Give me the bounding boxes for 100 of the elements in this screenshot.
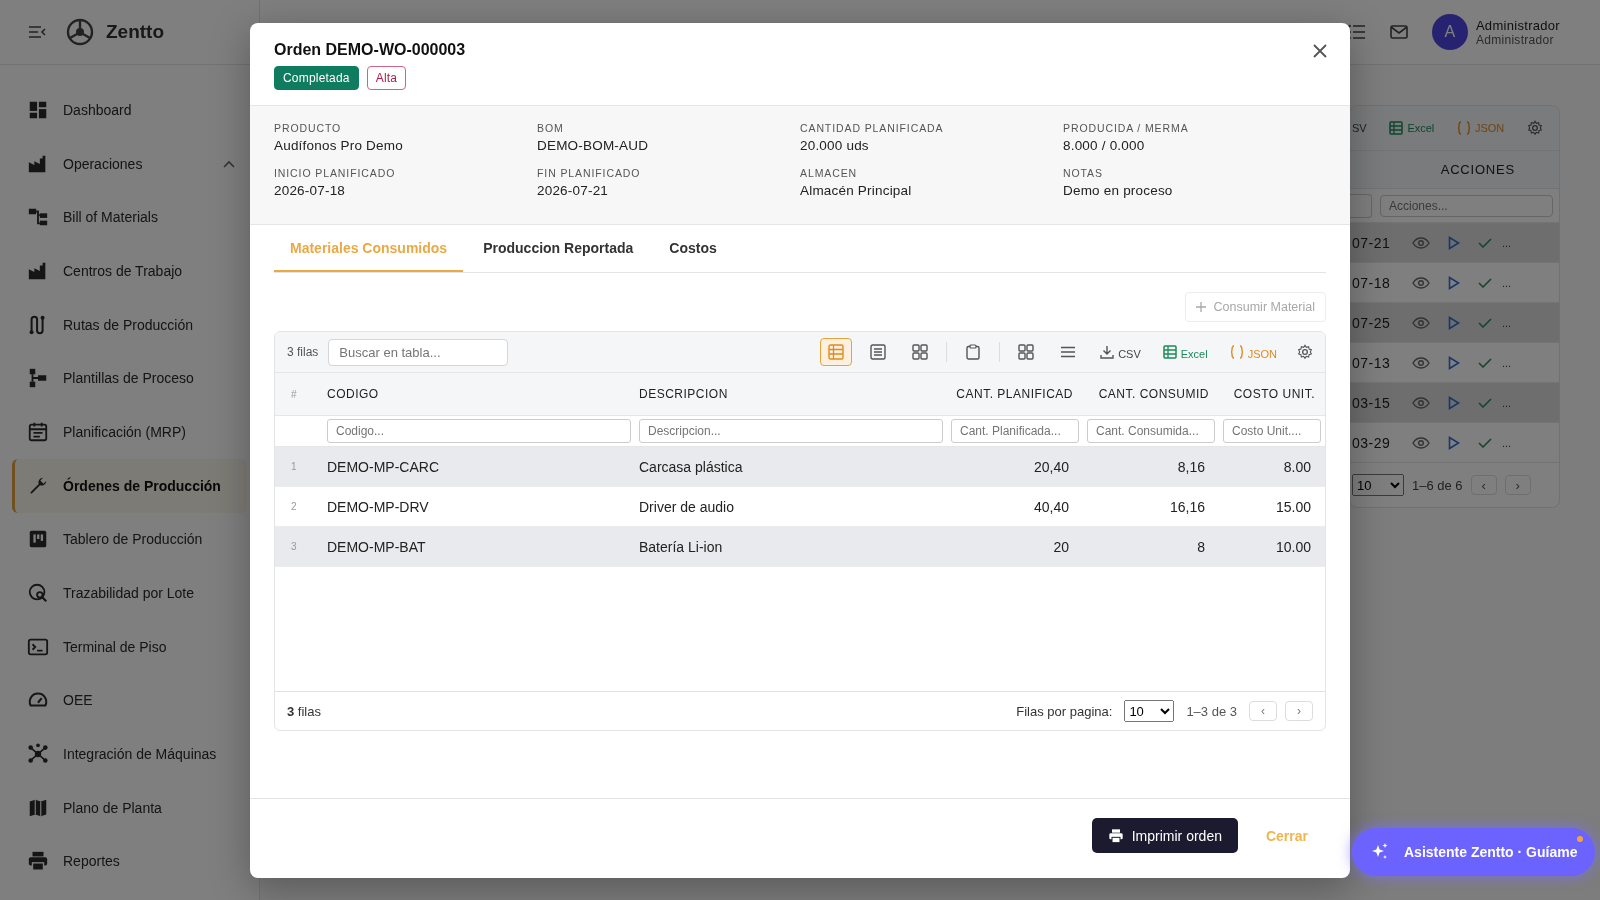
- network-icon: [27, 743, 49, 766]
- table-cell-text: DEMO-MP-BAT: [326, 538, 427, 555]
- play-icon[interactable]: [1448, 235, 1460, 250]
- mail-icon[interactable]: [1389, 25, 1408, 39]
- sidebar-item[interactable]: Integración de Máquinas: [12, 727, 247, 781]
- filter-field[interactable]: Cant. Consumida...: [1087, 419, 1215, 443]
- check-icon[interactable]: [1478, 237, 1492, 248]
- filter-field[interactable]: Acciones...: [1380, 194, 1553, 217]
- play-icon[interactable]: [1448, 355, 1460, 370]
- row-number: 3: [290, 541, 298, 552]
- sidebar-item[interactable]: Tablero de Producción: [12, 512, 247, 567]
- search-field[interactable]: Buscar en tabla...: [328, 338, 509, 366]
- play-icon[interactable]: [1448, 275, 1460, 290]
- tab[interactable]: Produccion Reportada: [467, 225, 650, 272]
- settings-icon[interactable]: [1527, 120, 1543, 136]
- check-icon[interactable]: [1478, 357, 1492, 368]
- next-page-button[interactable]: ›: [1504, 475, 1531, 495]
- sidebar-item[interactable]: Plantillas de Proceso: [12, 351, 247, 406]
- page-range: 1–3 de 3: [1186, 703, 1237, 719]
- eye-icon[interactable]: [1412, 396, 1430, 409]
- modal-title: Orden DEMO-WO-000003: [274, 41, 466, 59]
- priority-badge: Alta: [366, 66, 407, 90]
- filter-field[interactable]: Cant. Planificada...: [951, 419, 1079, 443]
- more-actions[interactable]: ...: [1502, 396, 1512, 409]
- field-label: NOTAS: [1063, 167, 1104, 179]
- more-actions[interactable]: ...: [1502, 236, 1512, 249]
- play-icon[interactable]: [1448, 395, 1460, 410]
- play-icon[interactable]: [1448, 315, 1460, 330]
- sidebar-item[interactable]: Órdenes de Producción: [12, 458, 247, 513]
- more-actions[interactable]: ...: [1502, 316, 1512, 329]
- json-export-button[interactable]: JSON: [1223, 338, 1283, 366]
- table-cell-text: 03-15: [1351, 394, 1392, 411]
- table-cell-text: 16,16: [1168, 498, 1206, 515]
- chevron-up-icon[interactable]: [223, 159, 235, 168]
- table-cell-text: 20,40: [1032, 458, 1070, 475]
- next-page-button[interactable]: ›: [1285, 701, 1313, 721]
- filter-field[interactable]: Codigo...: [327, 419, 631, 443]
- menu-collapse-icon[interactable]: [28, 25, 46, 39]
- column-header: CANT. PLANIFICAD: [955, 387, 1074, 401]
- braces-icon: [1456, 121, 1471, 135]
- excel-export-button[interactable]: Excel: [1156, 338, 1214, 366]
- user-role: Administrador: [1475, 32, 1555, 47]
- check-icon[interactable]: [1478, 437, 1492, 448]
- page-range: 1–6 de 6: [1412, 477, 1463, 493]
- sidebar-item[interactable]: Terminal de Piso: [12, 619, 247, 674]
- page-size-select[interactable]: 10: [1124, 700, 1175, 722]
- excel-export-button[interactable]: Excel: [1389, 121, 1435, 135]
- sidebar-item[interactable]: Plano de Planta: [12, 780, 247, 835]
- filter-field[interactable]: Descripcion...: [639, 419, 943, 443]
- sidebar-item[interactable]: Trazabilidad por Lote: [12, 566, 247, 620]
- sidebar-item[interactable]: Centros de Trabajo: [12, 244, 247, 298]
- view-mode-button[interactable]: [820, 338, 853, 366]
- check-icon[interactable]: [1478, 317, 1492, 328]
- play-icon[interactable]: [1448, 435, 1460, 450]
- settings-icon[interactable]: [1297, 344, 1313, 360]
- more-actions[interactable]: ...: [1502, 436, 1512, 449]
- column-header: CANT. CONSUMID: [1097, 387, 1210, 401]
- check-icon[interactable]: [1478, 277, 1492, 288]
- previous-page-button[interactable]: ‹: [1470, 475, 1497, 495]
- csv-export-button[interactable]: SV: [1352, 122, 1367, 134]
- csv-export-button[interactable]: CSV: [1094, 338, 1147, 366]
- table-cell-text: 15.00: [1274, 498, 1312, 515]
- filter-field[interactable]: Costo Unit....: [1223, 419, 1321, 443]
- grid-view-icon: [912, 344, 929, 360]
- eye-icon[interactable]: [1412, 436, 1430, 449]
- page-size-select[interactable]: 10: [1352, 474, 1404, 496]
- table-cell-text: Carcasa plástica: [638, 458, 744, 475]
- field-label: BOM: [537, 122, 565, 134]
- more-actions[interactable]: ...: [1502, 276, 1512, 289]
- sidebar-item[interactable]: Planificación (MRP): [12, 405, 247, 459]
- column-header: COSTO UNIT.: [1232, 387, 1316, 401]
- column-header: DESCRIPCION: [638, 387, 729, 401]
- table-view-icon: [828, 344, 845, 360]
- sidebar-item[interactable]: Dashboard: [12, 83, 247, 137]
- download-icon: [1100, 345, 1115, 359]
- previous-page-button[interactable]: ‹: [1249, 701, 1277, 721]
- sidebar-item[interactable]: Reportes: [12, 834, 247, 889]
- eye-icon[interactable]: [1412, 236, 1430, 249]
- field-label: INICIO PLANIFICADO: [274, 167, 397, 179]
- check-icon[interactable]: [1478, 397, 1492, 408]
- sidebar-item[interactable]: OEE: [12, 673, 247, 728]
- eye-icon[interactable]: [1412, 276, 1430, 289]
- plus-icon: [1195, 302, 1206, 312]
- assistant-button[interactable]: Asistente Zentto · Guíame: [1352, 828, 1596, 876]
- print-button[interactable]: Imprimir orden: [1091, 818, 1238, 853]
- tab[interactable]: Costos: [653, 225, 733, 272]
- more-actions[interactable]: ...: [1502, 356, 1512, 369]
- sidebar-item[interactable]: Rutas de Producción: [12, 297, 247, 352]
- printer-icon: [1107, 827, 1124, 844]
- field-value: 20.000 uds: [800, 138, 870, 153]
- field-label: CANTIDAD PLANIFICADA: [800, 122, 945, 134]
- avatar[interactable]: A: [1431, 14, 1468, 50]
- sidebar-item[interactable]: Operaciones: [12, 136, 247, 191]
- eye-icon[interactable]: [1412, 356, 1430, 369]
- close-icon[interactable]: [1312, 43, 1328, 59]
- sidebar-item[interactable]: Bill of Materials: [12, 190, 247, 245]
- eye-icon[interactable]: [1412, 316, 1430, 329]
- field-label: PRODUCTO: [274, 122, 343, 134]
- row-number: 2: [290, 501, 298, 512]
- list-icon[interactable]: [1347, 24, 1366, 40]
